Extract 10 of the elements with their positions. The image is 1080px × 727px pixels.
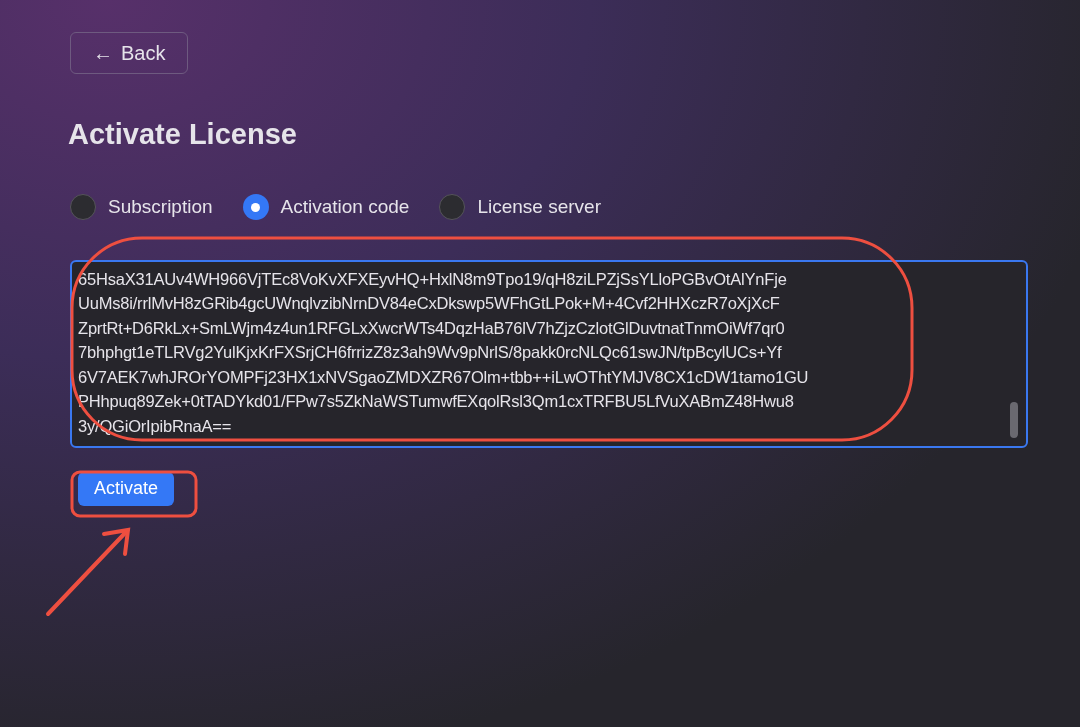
radio-option[interactable]: Activation code [242, 193, 410, 222]
radio-button[interactable] [439, 194, 466, 221]
radio-option[interactable]: License server [439, 193, 601, 222]
radio-button[interactable] [70, 194, 96, 221]
back-button[interactable]: ← Back [70, 32, 189, 74]
scrollbar-thumb[interactable] [1010, 401, 1018, 438]
radio-option[interactable]: Subscription [70, 193, 213, 222]
arrow-left-icon: ← [93, 43, 113, 63]
radio-button[interactable] [242, 194, 269, 221]
page-title: Activate License [68, 120, 297, 149]
